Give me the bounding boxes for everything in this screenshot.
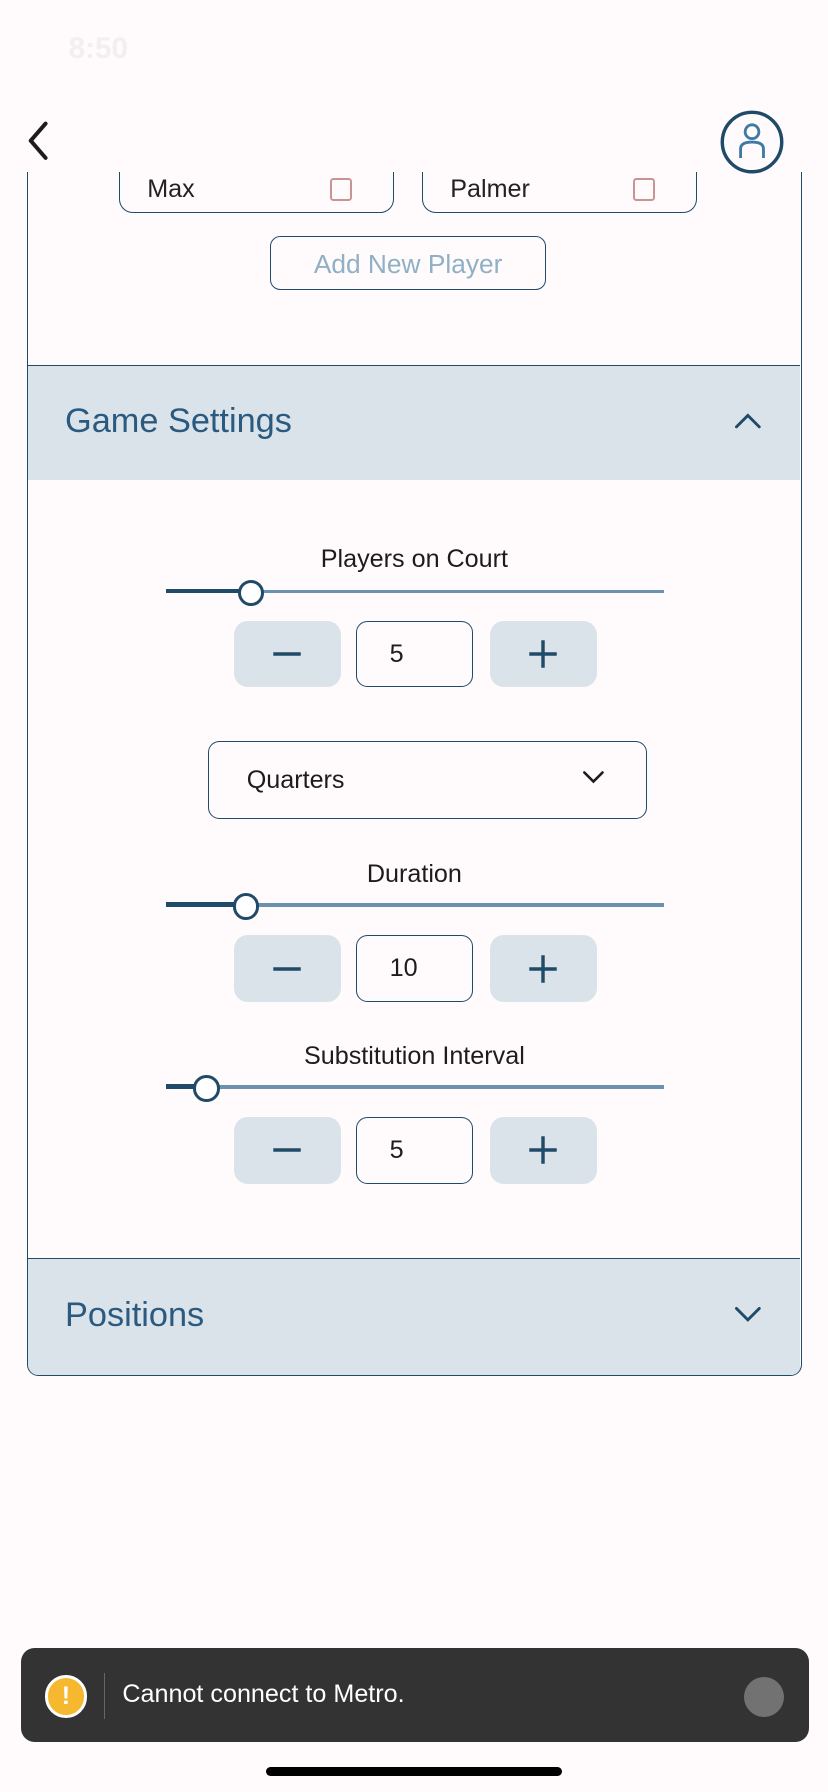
player-name: Palmer [450,175,530,204]
divider [104,1673,106,1719]
section-title: Positions [65,1295,205,1334]
section-title: Game Settings [65,402,292,441]
player-checkbox[interactable] [632,178,656,201]
duration-increment-button[interactable] [490,935,597,1002]
toast-message: Cannot connect to Metro. [122,1679,405,1708]
chevron-down-icon [582,771,604,784]
substitution-interval-label: Substitution Interval [303,1041,525,1070]
players-increment-button[interactable] [490,620,597,688]
slider-thumb[interactable] [232,893,260,920]
chevron-up-icon [734,412,761,428]
status-time: 8:50 [68,32,129,66]
plus-icon [529,1136,557,1165]
player-name: Max [147,175,195,204]
substitution-decrement-button[interactable] [234,1117,341,1184]
user-circle-icon [721,110,784,174]
player-card[interactable]: Palmer [421,171,698,213]
substitution-increment-button[interactable] [490,1117,597,1184]
duration-slider[interactable] [165,892,665,920]
positions-header[interactable]: Positions [28,1257,801,1375]
minus-icon [273,1148,301,1153]
players-on-court-input[interactable]: 5 [355,620,474,688]
player-checkbox[interactable] [329,178,353,201]
period-dropdown[interactable]: Quarters [207,741,648,819]
dismiss-icon[interactable] [744,1676,785,1717]
screen: 8:50 Max Palmer Add New Player Game Sett… [0,0,828,1792]
plus-icon [529,640,557,668]
substitution-interval-input[interactable]: 5 [355,1117,474,1184]
home-indicator [266,1766,562,1776]
chevron-down-icon [734,1306,761,1322]
players-on-court-slider[interactable] [165,579,665,607]
duration-decrement-button[interactable] [234,935,341,1002]
slider-thumb[interactable] [237,579,265,607]
duration-input[interactable]: 10 [355,935,474,1002]
minus-icon [273,652,301,656]
warning-icon: ! [44,1675,88,1718]
minus-icon [273,966,301,971]
slider-thumb[interactable] [192,1074,220,1102]
game-settings-header[interactable]: Game Settings [28,364,801,481]
player-card[interactable]: Max [118,171,395,213]
chevron-left-icon [28,121,48,160]
settings-card: Max Palmer Add New Player Game Settings … [27,171,802,1376]
players-on-court-label: Players on Court [320,545,509,574]
period-selected: Quarters [246,766,345,795]
add-new-player-button[interactable]: Add New Player [269,235,547,291]
players-decrement-button[interactable] [234,620,341,688]
toast[interactable]: ! Cannot connect to Metro. [20,1647,809,1742]
duration-label: Duration [366,859,462,888]
plus-icon [529,954,557,983]
substitution-interval-slider[interactable] [165,1074,665,1102]
profile-button[interactable] [720,110,784,174]
back-button[interactable] [25,119,59,162]
